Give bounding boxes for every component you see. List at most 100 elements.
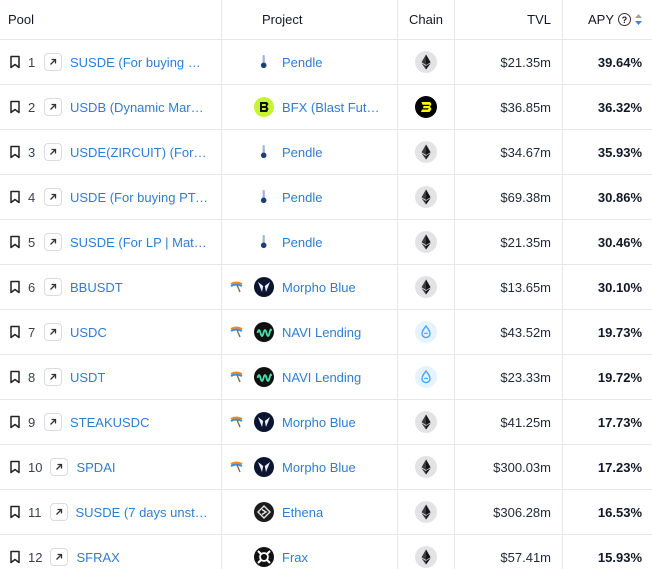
morpho-icon (254, 457, 274, 477)
external-link-icon[interactable] (50, 548, 69, 566)
project-link[interactable]: NAVI Lending (282, 370, 361, 385)
project-link[interactable]: Frax (282, 550, 308, 565)
tvl-header-label: TVL (527, 12, 551, 27)
external-link-icon[interactable] (44, 368, 62, 386)
project-cell: Ethena (222, 490, 398, 534)
pool-link[interactable]: USDB (Dynamic Market) (70, 100, 208, 115)
pool-link[interactable]: SPDAI (76, 460, 115, 475)
external-link-icon[interactable] (44, 233, 62, 251)
project-link[interactable]: Pendle (282, 55, 322, 70)
ethereum-icon (415, 231, 437, 253)
chain-header-label: Chain (409, 12, 443, 27)
table-row[interactable]: 10 SPDAI Morpho Blue $300.03m 17.23% (0, 445, 652, 490)
project-link[interactable]: Morpho Blue (282, 415, 356, 430)
external-link-icon[interactable] (44, 98, 62, 116)
external-link-icon[interactable] (49, 503, 68, 521)
project-cell: NAVI Lending (222, 355, 398, 399)
sui-icon (415, 321, 437, 343)
project-link[interactable]: Morpho Blue (282, 460, 356, 475)
apy-cell: 30.86% (563, 175, 652, 219)
table-row[interactable]: 2 USDB (Dynamic Market) BFX (Blast Futures… (0, 85, 652, 130)
bookmark-icon[interactable] (8, 279, 22, 295)
external-link-icon[interactable] (44, 188, 62, 206)
table-row[interactable]: 7 USDC NAVI Lending $43.52m 19.73% (0, 310, 652, 355)
external-link-icon[interactable] (44, 278, 62, 296)
external-link-icon[interactable] (44, 143, 62, 161)
pool-link[interactable]: SUSDE (For LP | Maturity) (70, 235, 208, 250)
pool-link[interactable]: SUSDE (7 days unstaking) (76, 505, 214, 520)
bookmark-icon[interactable] (8, 144, 22, 160)
project-link[interactable]: BFX (Blast Futures Exchange) (282, 100, 382, 115)
project-link[interactable]: Pendle (282, 145, 322, 160)
apy-value: 19.72% (597, 369, 642, 385)
project-cell: Frax (222, 535, 398, 569)
pendle-icon (254, 187, 274, 207)
help-icon[interactable]: ? (618, 13, 631, 26)
pendle-icon (254, 232, 274, 252)
project-cell: Pendle (222, 175, 398, 219)
apy-cell: 17.23% (563, 445, 652, 489)
bookmark-icon[interactable] (8, 99, 22, 115)
external-link-icon[interactable] (50, 458, 69, 476)
bookmark-icon[interactable] (8, 324, 22, 340)
pool-link[interactable]: SFRAX (76, 550, 119, 565)
column-header-pool[interactable]: Pool (0, 0, 222, 39)
tvl-cell: $69.38m (455, 175, 563, 219)
apy-value: 30.10% (597, 279, 642, 295)
tvl-cell: $21.35m (455, 220, 563, 264)
bookmark-icon[interactable] (8, 234, 22, 250)
project-link[interactable]: Pendle (282, 235, 322, 250)
table-row[interactable]: 1 SUSDE (For buying PT-sUSDE-26DEC2024) Pe… (0, 40, 652, 85)
column-header-apy[interactable]: APY ? (563, 0, 652, 39)
tvl-value: $36.85m (500, 99, 551, 115)
table-row[interactable]: 6 BBUSDT Morpho Blue $13.65m 30.10% (0, 265, 652, 310)
table-row[interactable]: 8 USDT NAVI Lending $23.33m 19.72% (0, 355, 652, 400)
apy-cell: 30.10% (563, 265, 652, 309)
tvl-cell: $21.35m (455, 40, 563, 84)
chain-cell (398, 355, 455, 399)
external-link-icon[interactable] (44, 53, 62, 71)
apy-cell: 36.32% (563, 85, 652, 129)
pool-cell: 9 STEAKUSDC (0, 400, 222, 444)
table-row[interactable]: 4 USDE (For buying PT-USDe) Pendle $69.38m 3… (0, 175, 652, 220)
project-cell: NAVI Lending (222, 310, 398, 354)
sort-icon[interactable] (635, 14, 642, 25)
bookmark-icon[interactable] (8, 189, 22, 205)
column-header-project[interactable]: Project (222, 0, 398, 39)
bookmark-icon[interactable] (8, 459, 22, 475)
table-row[interactable]: 5 SUSDE (For LP | Maturity) Pendle $21.35m 3… (0, 220, 652, 265)
pool-link[interactable]: USDT (70, 370, 105, 385)
apy-cell: 17.73% (563, 400, 652, 444)
chain-cell (398, 220, 455, 264)
column-header-tvl[interactable]: TVL (455, 0, 563, 39)
project-link[interactable]: Morpho Blue (282, 280, 356, 295)
table-row[interactable]: 3 USDE(ZIRCUIT) (For buying PT) Pendle $34.… (0, 130, 652, 175)
apy-cell: 19.72% (563, 355, 652, 399)
table-row[interactable]: 12 SFRAX Frax $57.41m 15.93% (0, 535, 652, 569)
project-link[interactable]: Pendle (282, 190, 322, 205)
project-link[interactable]: Ethena (282, 505, 323, 520)
bookmark-icon[interactable] (8, 414, 22, 430)
pool-link[interactable]: USDE(ZIRCUIT) (For buying PT) (70, 145, 208, 160)
column-header-chain[interactable]: Chain (398, 0, 455, 39)
table-row[interactable]: 11 SUSDE (7 days unstaking) Ethena $306.28m… (0, 490, 652, 535)
pool-link[interactable]: USDE (For buying PT-USDe) (70, 190, 208, 205)
rank-number: 5 (28, 234, 36, 250)
frax-icon (254, 547, 274, 567)
pendle-icon (254, 142, 274, 162)
project-cell: Pendle (222, 130, 398, 174)
pool-link[interactable]: USDC (70, 325, 107, 340)
external-link-icon[interactable] (44, 413, 62, 431)
bookmark-icon[interactable] (8, 549, 22, 565)
project-link[interactable]: NAVI Lending (282, 325, 361, 340)
pool-link[interactable]: BBUSDT (70, 280, 123, 295)
rank-number: 10 (28, 459, 43, 475)
bookmark-icon[interactable] (8, 504, 22, 520)
bookmark-icon[interactable] (8, 54, 22, 70)
table-row[interactable]: 9 STEAKUSDC Morpho Blue $41.25m 17.73% (0, 400, 652, 445)
pool-link[interactable]: STEAKUSDC (70, 415, 149, 430)
external-link-icon[interactable] (44, 323, 62, 341)
bookmark-icon[interactable] (8, 369, 22, 385)
ethereum-icon (415, 411, 437, 433)
pool-link[interactable]: SUSDE (For buying PT-sUSDE-26DEC2024) (70, 55, 208, 70)
